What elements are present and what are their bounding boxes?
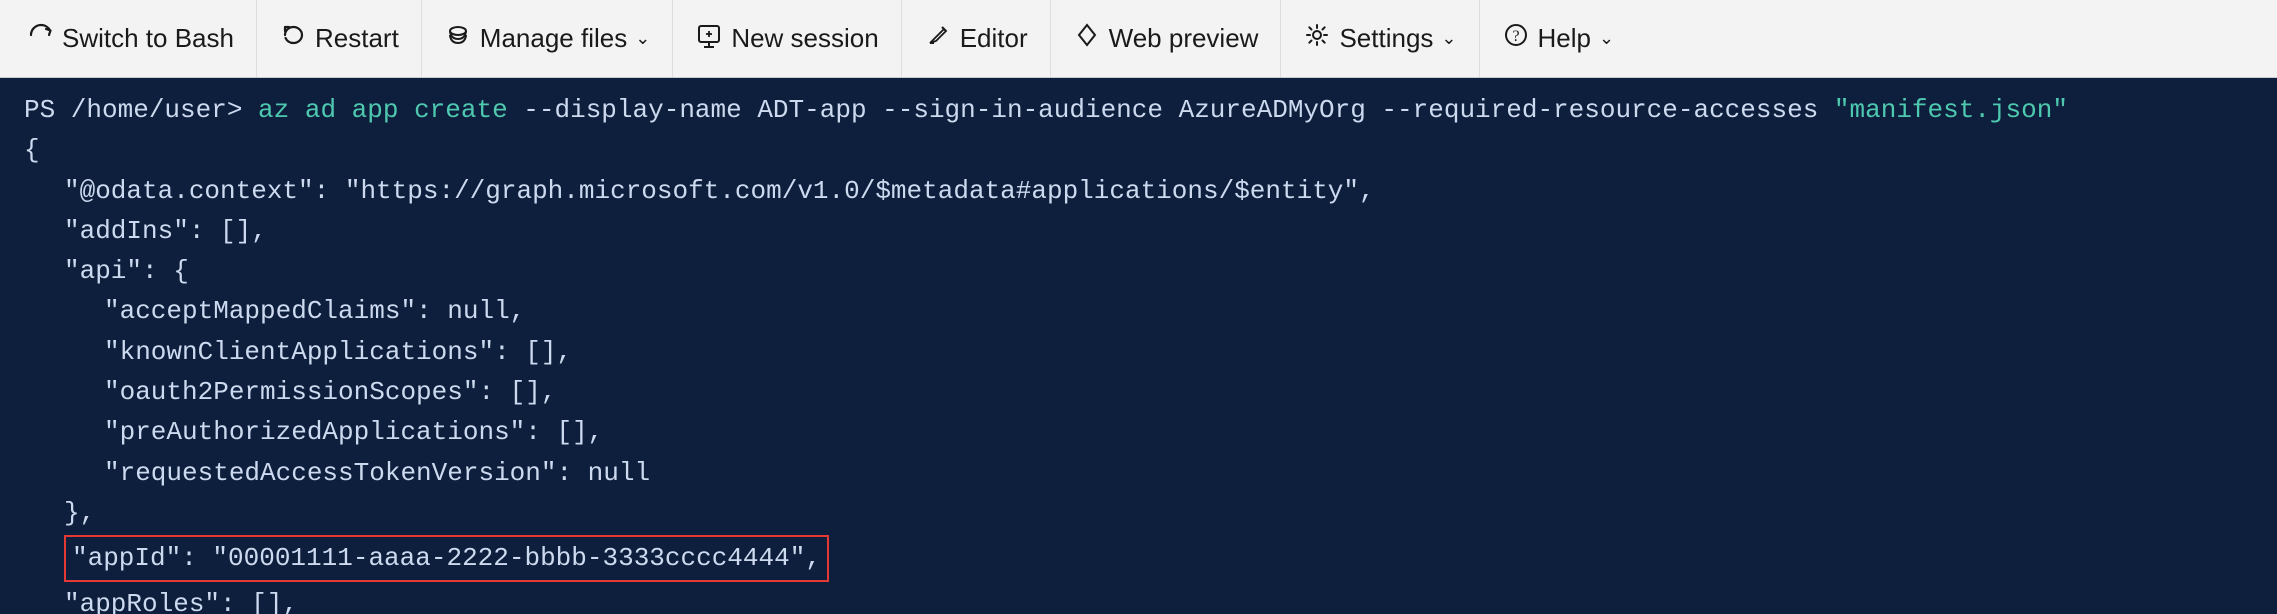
output-line-1: {	[24, 130, 2253, 170]
prompt-cmd: az ad app create	[258, 95, 508, 125]
editor-icon	[924, 21, 952, 56]
output-line-highlighted: "appId": "00001111-aaaa-2222-bbbb-3333cc…	[24, 535, 2253, 581]
settings-icon	[1303, 21, 1331, 56]
settings-label: Settings	[1339, 23, 1433, 54]
web-preview-icon	[1073, 21, 1101, 56]
prompt-arg: "manifest.json"	[1834, 95, 2068, 125]
output-line-12: "appRoles": [],	[24, 584, 2253, 614]
output-line-7: "oauth2PermissionScopes": [],	[24, 372, 2253, 412]
prompt-flags: --display-name ADT-app --sign-in-audienc…	[508, 95, 1834, 125]
new-session-icon	[695, 21, 723, 56]
output-line-4: "api": {	[24, 251, 2253, 291]
prompt-line: PS /home/user> az ad app create --displa…	[24, 90, 2253, 130]
help-chevron-icon: ⌄	[1599, 28, 1614, 49]
restart-label: Restart	[315, 23, 399, 54]
switch-bash-icon	[26, 21, 54, 56]
settings-chevron-icon: ⌄	[1441, 28, 1456, 49]
manage-files-button[interactable]: Manage files ⌄	[422, 0, 674, 77]
restart-button[interactable]: Restart	[257, 0, 422, 77]
output-line-2: "@odata.context": "https://graph.microso…	[24, 171, 2253, 211]
switch-bash-label: Switch to Bash	[62, 23, 234, 54]
terminal-panel[interactable]: PS /home/user> az ad app create --displa…	[0, 78, 2277, 614]
restart-icon	[279, 21, 307, 56]
output-line-3: "addIns": [],	[24, 211, 2253, 251]
settings-button[interactable]: Settings ⌄	[1281, 0, 1479, 77]
new-session-label: New session	[731, 23, 878, 54]
manage-files-icon	[444, 21, 472, 56]
web-preview-label: Web preview	[1109, 23, 1259, 54]
manage-files-chevron-icon: ⌄	[635, 28, 650, 49]
output-line-10: },	[24, 493, 2253, 533]
manage-files-label: Manage files	[480, 23, 627, 54]
toolbar: Switch to Bash Restart Manage files ⌄	[0, 0, 2277, 78]
new-session-button[interactable]: New session	[673, 0, 901, 77]
output-line-8: "preAuthorizedApplications": [],	[24, 412, 2253, 452]
help-label: Help	[1538, 23, 1591, 54]
output-line-5: "acceptMappedClaims": null,	[24, 291, 2253, 331]
output-line-9: "requestedAccessTokenVersion": null	[24, 453, 2253, 493]
help-icon: ?	[1502, 21, 1530, 56]
prompt-ps: PS /home/user>	[24, 95, 258, 125]
web-preview-button[interactable]: Web preview	[1051, 0, 1282, 77]
output-line-6: "knownClientApplications": [],	[24, 332, 2253, 372]
editor-label: Editor	[960, 23, 1028, 54]
help-button[interactable]: ? Help ⌄	[1480, 0, 1637, 77]
editor-button[interactable]: Editor	[902, 0, 1051, 77]
switch-to-bash-button[interactable]: Switch to Bash	[18, 0, 257, 77]
svg-text:?: ?	[1512, 28, 1519, 45]
highlighted-appid: "appId": "00001111-aaaa-2222-bbbb-3333cc…	[64, 535, 829, 581]
